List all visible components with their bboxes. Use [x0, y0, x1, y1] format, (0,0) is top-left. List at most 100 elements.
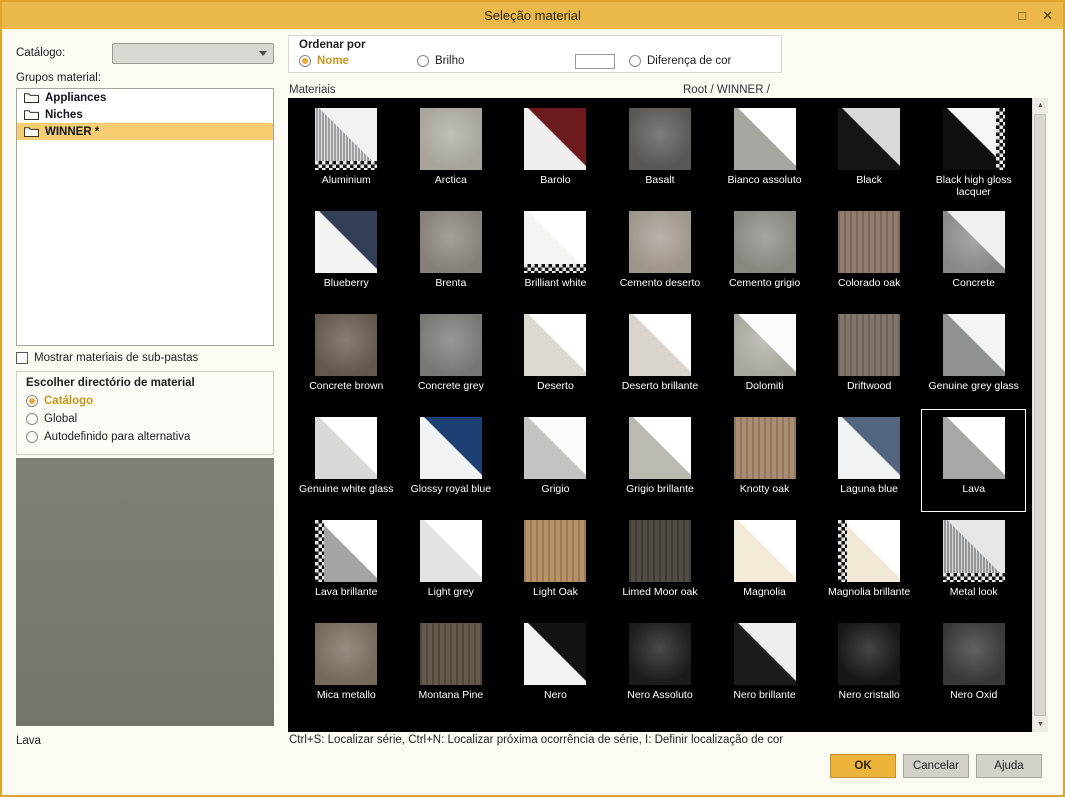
- material-swatch[interactable]: [838, 314, 900, 376]
- dir-option-global[interactable]: Global: [26, 410, 264, 428]
- material-item-nero[interactable]: Nero: [503, 615, 608, 718]
- titlebar[interactable]: Seleção material □ ✕: [2, 2, 1063, 29]
- material-item-lava[interactable]: Lava: [921, 409, 1026, 512]
- material-item-concrete-brown[interactable]: Concrete brown: [294, 306, 399, 409]
- material-swatch[interactable]: [838, 108, 900, 170]
- material-item-brilliant-white[interactable]: Brilliant white: [503, 203, 608, 306]
- material-swatch[interactable]: [838, 417, 900, 479]
- dir-option-autodefinido-para-alternativa[interactable]: Autodefinido para alternativa: [26, 428, 264, 446]
- group-item-winner[interactable]: WINNER *: [17, 123, 273, 140]
- material-item-genuine-grey-glass[interactable]: Genuine grey glass: [921, 306, 1026, 409]
- close-icon[interactable]: ✕: [1042, 9, 1053, 22]
- ajuda-button[interactable]: Ajuda: [976, 754, 1042, 778]
- radio-icon[interactable]: [629, 55, 641, 67]
- material-item-montana-pine[interactable]: Montana Pine: [399, 615, 504, 718]
- material-item-dolomiti[interactable]: Dolomiti: [712, 306, 817, 409]
- material-swatch[interactable]: [315, 108, 377, 170]
- material-swatch[interactable]: [315, 417, 377, 479]
- material-swatch[interactable]: [315, 314, 377, 376]
- material-item-magnolia[interactable]: Magnolia: [712, 512, 817, 615]
- material-swatch[interactable]: [629, 623, 691, 685]
- material-swatch[interactable]: [524, 108, 586, 170]
- material-item-genuine-white-glass[interactable]: Genuine white glass: [294, 409, 399, 512]
- material-swatch[interactable]: [629, 211, 691, 273]
- material-swatch[interactable]: [420, 623, 482, 685]
- material-item-nero-assoluto[interactable]: Nero Assoluto: [608, 615, 713, 718]
- material-swatch[interactable]: [420, 520, 482, 582]
- material-swatch[interactable]: [420, 417, 482, 479]
- color-difference-input[interactable]: [575, 54, 615, 69]
- material-item-basalt[interactable]: Basalt: [608, 100, 713, 203]
- material-item-knotty-oak[interactable]: Knotty oak: [712, 409, 817, 512]
- material-item-mica-metallo[interactable]: Mica metallo: [294, 615, 399, 718]
- material-swatch[interactable]: [943, 520, 1005, 582]
- material-item-lava-brillante[interactable]: Lava brillante: [294, 512, 399, 615]
- material-swatch[interactable]: [943, 108, 1005, 170]
- material-swatch[interactable]: [629, 417, 691, 479]
- material-swatch[interactable]: [943, 623, 1005, 685]
- show-subfolder-materials-checkbox-row[interactable]: Mostrar materiais de sub-pastas: [16, 352, 198, 364]
- material-item-blueberry[interactable]: Blueberry: [294, 203, 399, 306]
- material-swatch[interactable]: [838, 520, 900, 582]
- material-item-light-oak[interactable]: Light Oak: [503, 512, 608, 615]
- material-swatch[interactable]: [629, 314, 691, 376]
- scroll-up-icon[interactable]: ▲: [1033, 98, 1048, 113]
- group-item-appliances[interactable]: Appliances: [17, 89, 273, 106]
- dir-option-cat-logo[interactable]: Catálogo: [26, 392, 264, 410]
- material-swatch[interactable]: [315, 623, 377, 685]
- materials-scrollbar[interactable]: ▲ ▼: [1032, 98, 1047, 732]
- material-swatch[interactable]: [734, 623, 796, 685]
- material-swatch[interactable]: [315, 520, 377, 582]
- material-item-barolo[interactable]: Barolo: [503, 100, 608, 203]
- material-swatch[interactable]: [943, 314, 1005, 376]
- material-swatch[interactable]: [524, 314, 586, 376]
- material-item-concrete-grey[interactable]: Concrete grey: [399, 306, 504, 409]
- material-swatch[interactable]: [524, 520, 586, 582]
- radio-icon[interactable]: [417, 55, 429, 67]
- material-item-deserto-brillante[interactable]: Deserto brillante: [608, 306, 713, 409]
- material-item-glossy-royal-blue[interactable]: Glossy royal blue: [399, 409, 504, 512]
- material-swatch[interactable]: [629, 108, 691, 170]
- checkbox-icon[interactable]: [16, 352, 28, 364]
- material-swatch[interactable]: [420, 314, 482, 376]
- material-item-limed-moor-oak[interactable]: Limed Moor oak: [608, 512, 713, 615]
- material-item-grigio-brillante[interactable]: Grigio brillante: [608, 409, 713, 512]
- material-swatch[interactable]: [524, 417, 586, 479]
- material-swatch[interactable]: [629, 520, 691, 582]
- material-swatch[interactable]: [734, 108, 796, 170]
- radio-icon[interactable]: [299, 55, 311, 67]
- material-swatch[interactable]: [734, 520, 796, 582]
- material-swatch[interactable]: [838, 623, 900, 685]
- material-item-light-grey[interactable]: Light grey: [399, 512, 504, 615]
- material-item-colorado-oak[interactable]: Colorado oak: [817, 203, 922, 306]
- material-swatch[interactable]: [420, 108, 482, 170]
- sort-option-nome[interactable]: Nome: [299, 52, 417, 70]
- material-item-cemento-deserto[interactable]: Cemento deserto: [608, 203, 713, 306]
- radio-icon[interactable]: [26, 395, 38, 407]
- material-item-aluminium[interactable]: Aluminium: [294, 100, 399, 203]
- material-swatch[interactable]: [734, 211, 796, 273]
- material-swatch[interactable]: [524, 623, 586, 685]
- material-item-concrete[interactable]: Concrete: [921, 203, 1026, 306]
- material-item-nero-oxid[interactable]: Nero Oxid: [921, 615, 1026, 718]
- catalog-dropdown[interactable]: [112, 43, 274, 64]
- material-item-laguna-blue[interactable]: Laguna blue: [817, 409, 922, 512]
- material-swatch[interactable]: [420, 211, 482, 273]
- material-item-grigio[interactable]: Grigio: [503, 409, 608, 512]
- material-item-bianco-assoluto[interactable]: Bianco assoluto: [712, 100, 817, 203]
- material-item-brenta[interactable]: Brenta: [399, 203, 504, 306]
- sort-option-diferen-a-de-cor[interactable]: Diferença de cor: [575, 52, 731, 70]
- material-swatch[interactable]: [524, 211, 586, 273]
- material-swatch[interactable]: [943, 417, 1005, 479]
- material-item-nero-brillante[interactable]: Nero brillante: [712, 615, 817, 718]
- material-swatch[interactable]: [315, 211, 377, 273]
- material-item-cemento-grigio[interactable]: Cemento grigio: [712, 203, 817, 306]
- material-item-black[interactable]: Black: [817, 100, 922, 203]
- material-swatch[interactable]: [734, 314, 796, 376]
- scroll-down-icon[interactable]: ▼: [1033, 717, 1048, 732]
- material-item-arctica[interactable]: Arctica: [399, 100, 504, 203]
- material-item-driftwood[interactable]: Driftwood: [817, 306, 922, 409]
- material-item-magnolia-brillante[interactable]: Magnolia brillante: [817, 512, 922, 615]
- sort-option-brilho[interactable]: Brilho: [417, 52, 575, 70]
- material-swatch[interactable]: [838, 211, 900, 273]
